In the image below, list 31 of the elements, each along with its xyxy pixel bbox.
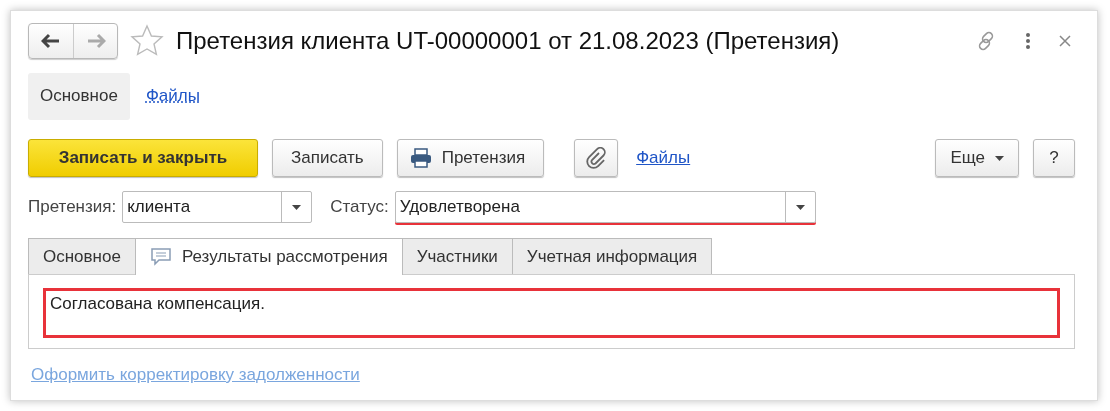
files-link[interactable]: Файлы	[636, 148, 691, 168]
dropdown-caret-icon	[795, 204, 805, 210]
result-text-area[interactable]: Согласована компенсация.	[43, 288, 1060, 338]
save-and-close-button[interactable]: Записать и закрыть	[28, 139, 258, 177]
attach-button[interactable]	[574, 139, 619, 177]
dropdown-field[interactable]: Удовлетворена	[394, 191, 816, 223]
navigation-buttons[interactable]	[28, 23, 118, 59]
more-menu-button[interactable]: Еще	[935, 139, 1019, 177]
print-button[interactable]: Претензия	[396, 139, 545, 177]
tab[interactable]: Учетная информация	[511, 238, 713, 274]
back-arrow-icon	[41, 33, 61, 49]
comment-icon	[149, 247, 172, 267]
tab[interactable]: Участники	[401, 238, 513, 274]
printer-icon	[409, 148, 432, 168]
form-nav-tab[interactable]: Основное	[28, 72, 130, 120]
forward-arrow-icon	[85, 33, 106, 49]
dropdown-field[interactable]: клиента	[122, 191, 313, 223]
tab[interactable]: Результаты рассмотрения	[134, 238, 403, 275]
field-label: Статус:	[330, 197, 389, 217]
tab[interactable]: Основное	[28, 238, 136, 274]
close-icon[interactable]	[1059, 35, 1071, 47]
form-nav-tab[interactable]: Файлы	[143, 72, 202, 120]
help-button[interactable]: ?	[1033, 139, 1075, 177]
dropdown-caret-icon	[292, 204, 302, 210]
window-title: Претензия клиента UT-00000001 от 21.08.2023 (Претензия)	[176, 27, 841, 55]
paperclip-icon	[586, 147, 607, 169]
dropdown-caret-icon	[995, 155, 1004, 161]
field-label: Претензия:	[28, 197, 117, 217]
more-icon[interactable]	[1025, 32, 1031, 50]
save-button[interactable]: Записать	[272, 139, 383, 177]
favorite-star-icon[interactable]	[130, 24, 164, 58]
